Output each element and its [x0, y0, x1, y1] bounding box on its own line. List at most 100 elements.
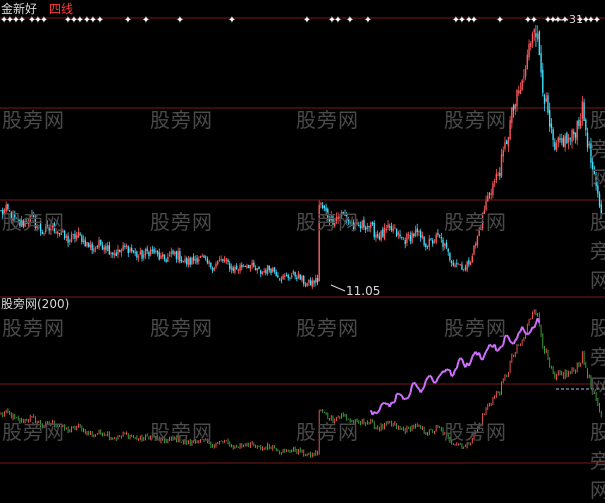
candle-body: [181, 260, 182, 262]
candle-body: [356, 223, 357, 224]
indicator-highlight-segment: [517, 333, 519, 339]
candle-body: [432, 240, 433, 244]
candle-body: [52, 224, 53, 227]
candle-body: [19, 220, 20, 226]
candle-body: [594, 170, 595, 174]
signal-star-icon: ✦: [124, 15, 132, 26]
candle-body: [422, 236, 423, 238]
candle-body: [423, 237, 424, 245]
candle-body: [174, 252, 175, 254]
signal-star-icon: ✦: [228, 15, 236, 26]
candle-body: [148, 252, 149, 256]
lower-title: 股旁网(200): [1, 297, 69, 311]
candle-body: [40, 224, 41, 232]
indicator-highlight-segment: [436, 378, 438, 382]
upper-title-indicator: 四线: [49, 2, 73, 16]
candle-body: [306, 283, 307, 286]
candle-body: [78, 232, 79, 237]
candle-body: [549, 110, 550, 127]
candle-body: [454, 265, 455, 267]
candle-body: [267, 265, 268, 274]
candle-body: [577, 121, 578, 140]
candle-body: [491, 194, 492, 195]
candle-body: [564, 135, 565, 147]
candle-body: [48, 227, 49, 231]
candle-body: [298, 273, 299, 277]
low-price-leader-line: [331, 285, 345, 291]
signal-markers: ✦✦✦✦✦✦✦✦✦✦✦✦✦✦✦✦✦✦✦✦✦✦✦✦✦✦✦✦✦✦✦✦✦✦✦✦✦: [0, 15, 601, 26]
indicator-highlight-segment: [455, 368, 457, 369]
candle-body: [403, 239, 404, 240]
candle-body: [214, 267, 215, 270]
indicator-highlight-segment: [407, 397, 409, 398]
candle-body: [114, 254, 115, 255]
candle-body: [374, 223, 375, 237]
candle-body: [98, 240, 99, 248]
candle-body: [410, 235, 411, 241]
candle-body: [578, 120, 579, 126]
candle-body: [42, 232, 43, 234]
candle-body: [542, 70, 543, 93]
candle-body: [392, 229, 393, 232]
candle-body: [21, 220, 22, 227]
indicator-highlight-segment: [393, 402, 395, 403]
candle-body: [589, 144, 590, 146]
candle-body: [365, 227, 366, 229]
candle-body: [453, 263, 454, 265]
candle-body: [4, 209, 5, 213]
high-price-label: 31: [569, 13, 583, 27]
candle-body: [233, 267, 234, 270]
indicator-highlight-segment: [524, 330, 526, 333]
candle-body: [134, 252, 135, 253]
candle-body: [160, 256, 161, 259]
candle-body: [508, 137, 509, 146]
candle-body: [575, 133, 576, 138]
candle-body: [110, 253, 111, 254]
candle-body: [172, 251, 173, 254]
indicator-highlight-segment: [498, 348, 500, 351]
candle-body: [492, 183, 493, 195]
candle-body: [435, 235, 436, 243]
signal-star-icon: ✦: [593, 15, 601, 26]
candle-body: [339, 217, 340, 218]
indicator-highlight-segment: [378, 410, 380, 412]
candle-body: [534, 30, 535, 33]
candle-body: [200, 256, 201, 258]
indicator-highlight-segment: [424, 381, 426, 388]
indicator-highlight-segment: [483, 356, 485, 360]
candle-body: [546, 98, 547, 101]
candle-body: [337, 217, 338, 220]
indicator-highlight-segment: [502, 345, 504, 347]
candle-body: [511, 107, 512, 123]
candle-body: [198, 259, 199, 261]
candle-body: [499, 173, 500, 176]
candle-body: [313, 281, 314, 284]
price-candles: [0, 25, 602, 289]
candle-body: [525, 69, 526, 77]
candle-body: [310, 280, 311, 285]
candle-body: [601, 205, 602, 215]
candle-body: [62, 231, 63, 232]
indicator-highlight-segment: [438, 376, 440, 378]
candle-body: [141, 250, 142, 259]
candle-body: [289, 277, 290, 278]
candle-body: [465, 268, 466, 269]
candle-body: [119, 250, 120, 252]
candle-body: [379, 236, 380, 239]
candle-body: [367, 226, 368, 229]
candle-body: [348, 219, 349, 221]
candle-body: [263, 271, 264, 272]
candle-body: [104, 247, 105, 250]
candle-body: [45, 226, 46, 232]
candle-body: [165, 260, 166, 262]
indicator-highlight-segment: [486, 349, 488, 352]
candle-body: [281, 280, 282, 281]
candle-body: [334, 223, 335, 227]
candle-body: [478, 230, 479, 236]
candle-body: [253, 263, 254, 267]
candle-body: [76, 235, 77, 238]
candle-body: [91, 244, 92, 251]
candle-body: [262, 272, 263, 274]
candle-body: [248, 265, 249, 268]
candle-body: [74, 234, 75, 239]
